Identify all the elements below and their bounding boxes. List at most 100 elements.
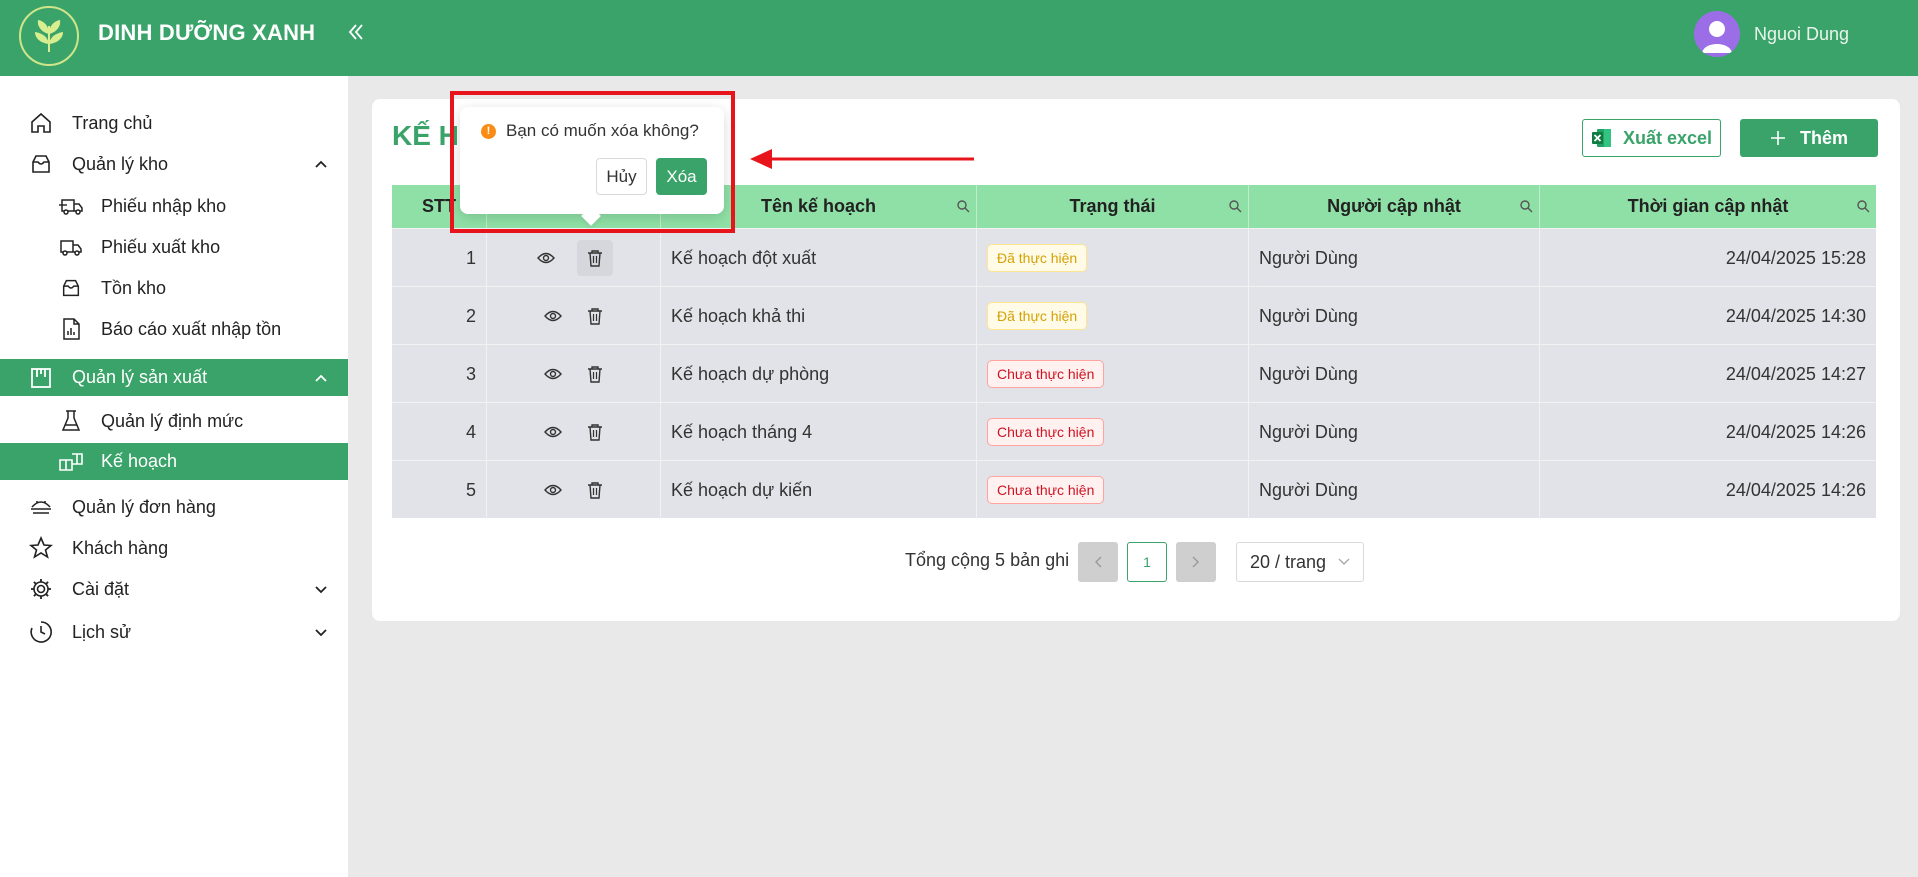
cell-updated-by: Người Dùng xyxy=(1249,403,1540,461)
search-icon[interactable] xyxy=(1856,199,1870,213)
sidebar-item-label: Lịch sử xyxy=(72,621,132,642)
sidebar-item-label: Tồn kho xyxy=(101,277,167,298)
orders-icon xyxy=(28,494,54,520)
cell-plan-name: Kế hoạch khả thi xyxy=(661,287,977,345)
page-size-select[interactable]: 20 / trang xyxy=(1236,542,1364,582)
eye-icon[interactable] xyxy=(542,479,564,501)
sidebar-item-customers[interactable]: Khách hàng xyxy=(0,535,348,561)
cell-updated-by: Người Dùng xyxy=(1249,287,1540,345)
sidebar-item-export-slip[interactable]: Phiếu xuất kho xyxy=(0,234,348,260)
cell-plan-name: Kế hoạch đột xuất xyxy=(661,229,977,287)
status-badge: Đã thực hiện xyxy=(987,302,1088,330)
eye-icon[interactable] xyxy=(542,363,564,385)
sidebar-item-label: Quản lý sản xuất xyxy=(72,367,208,387)
trash-icon[interactable] xyxy=(584,305,606,327)
add-button[interactable]: Thêm xyxy=(1740,119,1878,157)
table-row: 3 Kế hoạch dự phòng Chưa thực hiện Người Dù… xyxy=(392,344,1876,403)
gear-icon xyxy=(28,576,54,602)
chevron-up-icon xyxy=(312,155,330,173)
sidebar-item-history[interactable]: Lịch sử xyxy=(0,619,348,645)
cell-updated-by: Người Dùng xyxy=(1249,461,1540,519)
sidebar-item-label: Cài đặt xyxy=(72,578,130,599)
sidebar-item-label: Phiếu nhập kho xyxy=(101,195,227,216)
sidebar-item-label: Quản lý đơn hàng xyxy=(72,496,216,517)
user-name: Nguoi Dung xyxy=(1754,23,1850,44)
sidebar-item-production[interactable]: Quản lý sản xuất xyxy=(0,359,348,396)
search-icon[interactable] xyxy=(956,199,970,213)
column-header-updated-at[interactable]: Thời gian cập nhật xyxy=(1540,185,1876,228)
annotation-highlight-box xyxy=(450,91,735,233)
sidebar-item-label: Quản lý kho xyxy=(72,153,169,174)
sidebar-item-report[interactable]: Báo cáo xuất nhập tồn xyxy=(0,316,348,342)
flask-icon xyxy=(58,408,84,434)
trash-icon[interactable] xyxy=(584,479,606,501)
sidebar-item-warehouse[interactable]: Quản lý kho xyxy=(0,151,348,177)
report-icon xyxy=(58,316,84,342)
prev-page-button[interactable] xyxy=(1078,542,1118,582)
cell-plan-name: Kế hoạch dự kiến xyxy=(661,461,977,519)
top-header: DINH DƯỠNG XANH Nguoi Dung xyxy=(0,0,1918,76)
cell-actions xyxy=(487,461,661,519)
sidebar-item-label: Quản lý định mức xyxy=(101,410,244,431)
cell-updated-by: Người Dùng xyxy=(1249,229,1540,287)
chevron-down-icon xyxy=(312,623,330,641)
cell-plan-name: Kế hoạch tháng 4 xyxy=(661,403,977,461)
eye-icon[interactable] xyxy=(542,421,564,443)
leaf-logo-icon[interactable] xyxy=(19,6,79,66)
cell-updated-at: 24/04/2025 14:30 xyxy=(1725,305,1866,326)
cell-status: Đã thực hiện xyxy=(977,287,1249,345)
sidebar-item-label: Báo cáo xuất nhập tồn xyxy=(101,318,282,339)
cell-updated-at: 24/04/2025 15:28 xyxy=(1725,247,1866,268)
chevron-down-icon xyxy=(1338,558,1350,565)
avatar[interactable] xyxy=(1694,11,1740,57)
table-row: 4 Kế hoạch tháng 4 Chưa thực hiện Người Dùn… xyxy=(392,402,1876,461)
star-icon xyxy=(28,535,54,561)
sidebar-item-label: Khách hàng xyxy=(72,537,169,558)
sidebar-item-home[interactable]: Trang chủ xyxy=(0,110,348,136)
export-excel-label: Xuất excel xyxy=(1622,127,1713,148)
blocks-icon xyxy=(58,449,84,475)
cell-stt: 5 xyxy=(392,461,487,519)
trash-icon[interactable] xyxy=(576,240,613,276)
chevron-down-icon xyxy=(312,580,330,598)
cell-stt: 1 xyxy=(392,229,487,287)
table-row: 5 Kế hoạch dự kiến Chưa thực hiện Người Dùn… xyxy=(392,460,1876,519)
sidebar-item-plan[interactable]: Kế hoạch xyxy=(0,443,348,480)
trash-icon[interactable] xyxy=(584,363,606,385)
column-header-updated-by[interactable]: Người cập nhật xyxy=(1249,185,1540,228)
eye-icon[interactable] xyxy=(535,247,557,269)
total-records: Tổng cộng 5 bản ghi xyxy=(905,550,1070,570)
sidebar-item-import-slip[interactable]: Phiếu nhập kho xyxy=(0,193,348,219)
annotation-arrow-left-icon xyxy=(750,149,974,169)
sidebar-item-label: Phiếu xuất kho xyxy=(101,236,221,257)
table-row: 2 Kế hoạch khả thi Đã thực hiện Người Dùng 2… xyxy=(392,286,1876,345)
factory-icon xyxy=(28,365,54,391)
next-page-button[interactable] xyxy=(1176,542,1216,582)
cell-actions xyxy=(487,287,661,345)
page-1-button[interactable]: 1 xyxy=(1127,542,1167,582)
sidebar-item-norms[interactable]: Quản lý định mức xyxy=(0,408,348,434)
excel-icon xyxy=(1591,129,1611,147)
cell-stt: 4 xyxy=(392,403,487,461)
sidebar-item-label: Kế hoạch xyxy=(101,451,178,471)
page-title: KẾ H xyxy=(392,120,459,151)
search-icon[interactable] xyxy=(1519,199,1533,213)
double-chevron-left-icon xyxy=(348,24,363,40)
user-menu[interactable]: Nguoi Dung xyxy=(1694,11,1849,57)
search-icon[interactable] xyxy=(1228,199,1242,213)
table-row: 1 Kế hoạch đột xuất Đã thực hiện Người Dùng… xyxy=(392,228,1876,287)
collapse-sidebar-button[interactable] xyxy=(348,18,364,46)
export-excel-button[interactable]: Xuất excel xyxy=(1582,119,1721,157)
cell-status: Chưa thực hiện xyxy=(977,403,1249,461)
trash-icon[interactable] xyxy=(584,421,606,443)
user-icon xyxy=(1702,21,1732,53)
eye-icon[interactable] xyxy=(542,305,564,327)
chevron-left-icon xyxy=(1095,556,1102,568)
inbox-icon xyxy=(58,275,84,301)
column-header-status[interactable]: Trạng thái xyxy=(977,185,1249,228)
sidebar-item-inventory[interactable]: Tồn kho xyxy=(0,275,348,301)
sidebar-item-settings[interactable]: Cài đặt xyxy=(0,576,348,602)
sidebar-item-orders[interactable]: Quản lý đơn hàng xyxy=(0,494,348,520)
chevron-right-icon xyxy=(1192,556,1199,568)
cell-status: Chưa thực hiện xyxy=(977,345,1249,403)
